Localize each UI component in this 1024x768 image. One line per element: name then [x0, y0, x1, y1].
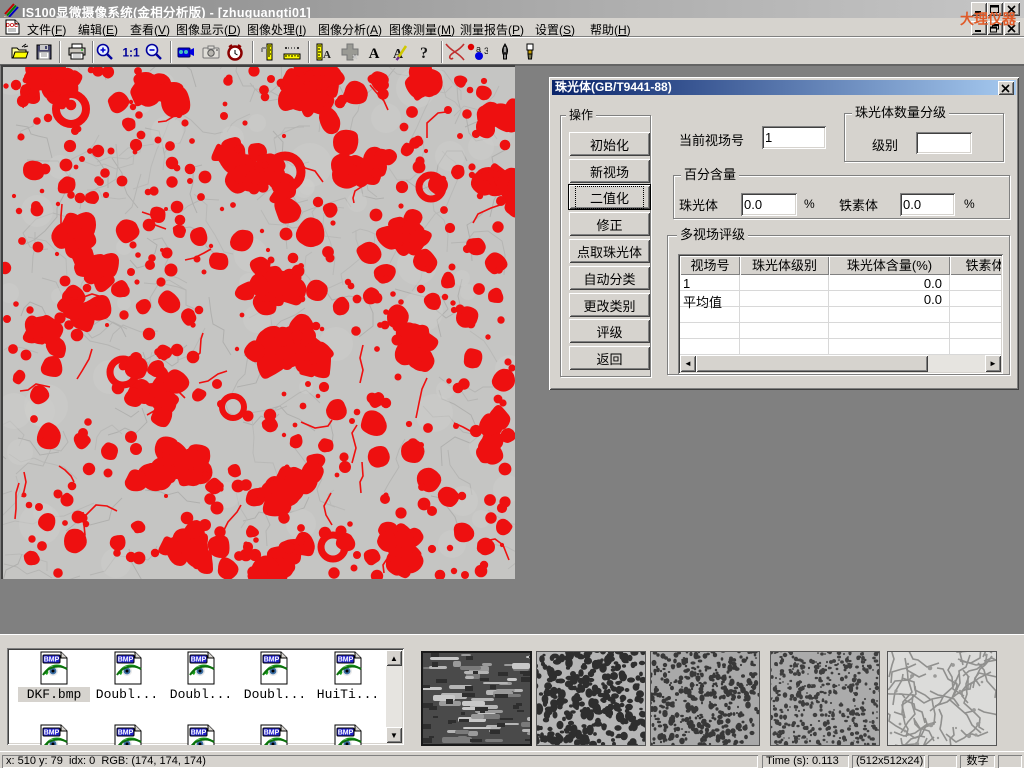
svg-text:A: A — [369, 46, 380, 62]
svg-text:BMP: BMP — [118, 657, 134, 664]
svg-text:A: A — [323, 49, 331, 61]
svg-text:BMP: BMP — [338, 657, 354, 664]
svg-text:BMP: BMP — [264, 730, 280, 737]
svg-text:3: 3 — [484, 46, 488, 56]
svg-text:BMP: BMP — [44, 730, 60, 737]
svg-text:1:1: 1:1 — [122, 46, 140, 60]
svg-text:?: ? — [420, 45, 428, 62]
svg-text:BMP: BMP — [44, 657, 60, 664]
svg-text:BMP: BMP — [191, 730, 207, 737]
svg-text:BMP: BMP — [264, 657, 280, 664]
svg-text:BMP: BMP — [338, 730, 354, 737]
svg-text:BMP: BMP — [118, 730, 134, 737]
svg-text:BMP: BMP — [191, 657, 207, 664]
svg-text:DOC: DOC — [6, 23, 18, 29]
